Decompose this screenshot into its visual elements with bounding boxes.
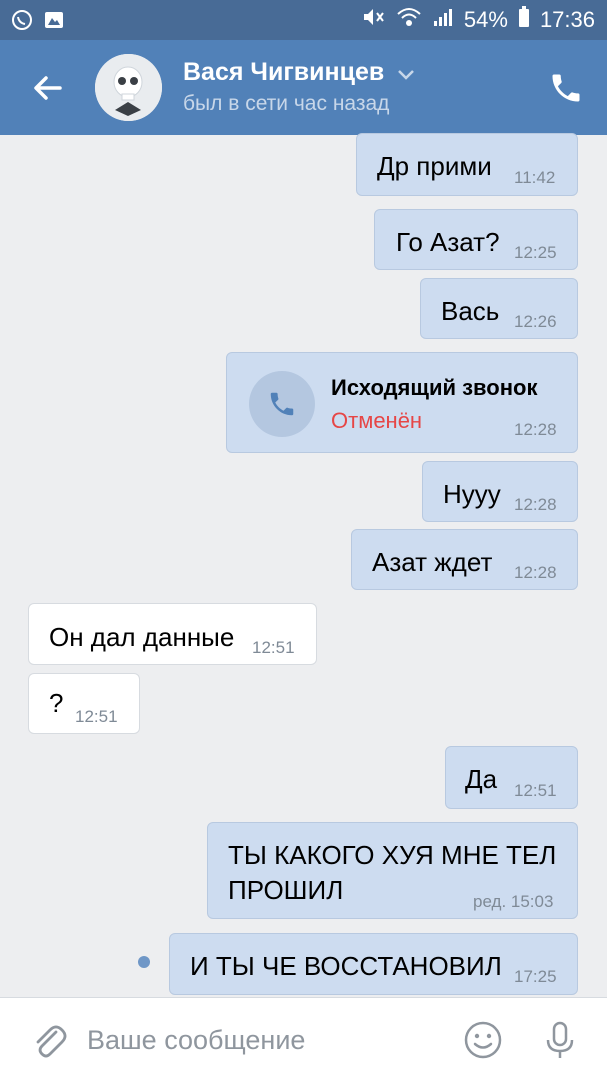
message-input[interactable] bbox=[85, 1018, 449, 1062]
gallery-icon bbox=[42, 8, 66, 32]
back-button[interactable] bbox=[28, 68, 68, 108]
status-bar: 54% 17:36 bbox=[0, 0, 607, 40]
microphone-icon bbox=[546, 1021, 574, 1058]
message-text-line-1: ТЫ КАКОГО ХУЯ МНЕ ТЕЛ bbox=[228, 840, 557, 870]
message-text: ? bbox=[49, 688, 64, 718]
call-status: Отменён bbox=[331, 408, 423, 433]
message-text: Да bbox=[465, 764, 498, 794]
signal-icon bbox=[432, 6, 454, 34]
message-text-line-2: ПРОШИЛ bbox=[228, 875, 344, 905]
message-bubble-outgoing[interactable]: Др прими 11:42 bbox=[356, 133, 578, 196]
chevron-down-icon[interactable] bbox=[397, 59, 415, 88]
message-text: Вась bbox=[441, 296, 500, 326]
message-time: 12:25 bbox=[514, 243, 557, 262]
message-bubble-outgoing[interactable]: Го Азат? 12:25 bbox=[374, 209, 578, 270]
skull-avatar-icon bbox=[95, 54, 162, 121]
message-bubble-outgoing[interactable]: И ТЫ ЧЕ ВОССТАНОВИЛ 17:25 bbox=[169, 933, 578, 995]
voice-message-button[interactable] bbox=[540, 1020, 580, 1060]
battery-icon bbox=[518, 6, 530, 34]
message-time: 12:51 bbox=[75, 707, 118, 726]
message-bubble-outgoing[interactable]: ТЫ КАКОГО ХУЯ МНЕ ТЕЛ ПРОШИЛ ред. 15:03 bbox=[207, 822, 578, 919]
message-bubble-outgoing[interactable]: Азат ждет 12:28 bbox=[351, 529, 578, 590]
chat-header: Вася Чигвинцев был в сети час назад bbox=[0, 40, 607, 135]
emoji-button[interactable] bbox=[463, 1020, 503, 1060]
message-time: 12:28 bbox=[514, 495, 557, 514]
message-bubble-incoming[interactable]: Он дал данные 12:51 bbox=[28, 603, 317, 665]
message-text: Нууу bbox=[443, 479, 501, 509]
call-message-bubble[interactable]: Исходящий звонок Отменён 12:28 bbox=[226, 352, 578, 453]
attach-button[interactable] bbox=[28, 1020, 68, 1060]
unread-indicator bbox=[138, 956, 150, 968]
message-bubble-outgoing[interactable]: Нууу 12:28 bbox=[422, 461, 578, 522]
contact-status: был в сети час назад bbox=[183, 92, 390, 115]
message-time: 12:28 bbox=[514, 420, 557, 439]
mute-icon bbox=[362, 6, 386, 34]
back-arrow-icon bbox=[34, 76, 62, 100]
message-bubble-outgoing[interactable]: Вась 12:26 bbox=[420, 278, 578, 339]
message-time: 12:51 bbox=[252, 638, 295, 657]
phone-icon bbox=[552, 74, 580, 102]
contact-name-text: Вася Чигвинцев bbox=[183, 58, 385, 86]
phone-icon bbox=[270, 392, 294, 416]
message-time: 12:51 bbox=[514, 781, 557, 800]
smile-icon bbox=[464, 1021, 502, 1059]
message-bubble-outgoing[interactable]: Да 12:51 bbox=[445, 746, 578, 809]
message-text: Др прими bbox=[377, 151, 492, 181]
call-button[interactable] bbox=[548, 70, 584, 106]
status-bar-system: 54% 17:36 bbox=[362, 6, 595, 34]
paperclip-icon bbox=[36, 1025, 67, 1058]
contact-name[interactable]: Вася Чигвинцев bbox=[183, 58, 415, 88]
message-time: 11:42 bbox=[514, 168, 556, 187]
message-text: Азат ждет bbox=[372, 547, 493, 577]
message-text: Он дал данные bbox=[49, 622, 235, 652]
battery-percent: 54% bbox=[463, 7, 508, 32]
message-time: 17:25 bbox=[514, 967, 557, 986]
message-time: 12:26 bbox=[514, 312, 557, 331]
message-bubble-incoming[interactable]: ? 12:51 bbox=[28, 673, 140, 734]
wifi-icon bbox=[396, 6, 422, 34]
whatsapp-icon bbox=[10, 8, 34, 32]
message-time-edited: ред. 15:03 bbox=[473, 892, 554, 911]
message-text: Го Азат? bbox=[396, 227, 500, 257]
status-bar-notifications bbox=[10, 8, 66, 32]
call-title: Исходящий звонок bbox=[331, 375, 538, 400]
message-composer bbox=[0, 997, 607, 1081]
call-icon-circle bbox=[249, 371, 315, 437]
clock: 17:36 bbox=[539, 7, 595, 32]
message-text: И ТЫ ЧЕ ВОССТАНОВИЛ bbox=[190, 951, 502, 981]
message-time: 12:28 bbox=[514, 563, 557, 582]
avatar[interactable] bbox=[95, 54, 162, 121]
